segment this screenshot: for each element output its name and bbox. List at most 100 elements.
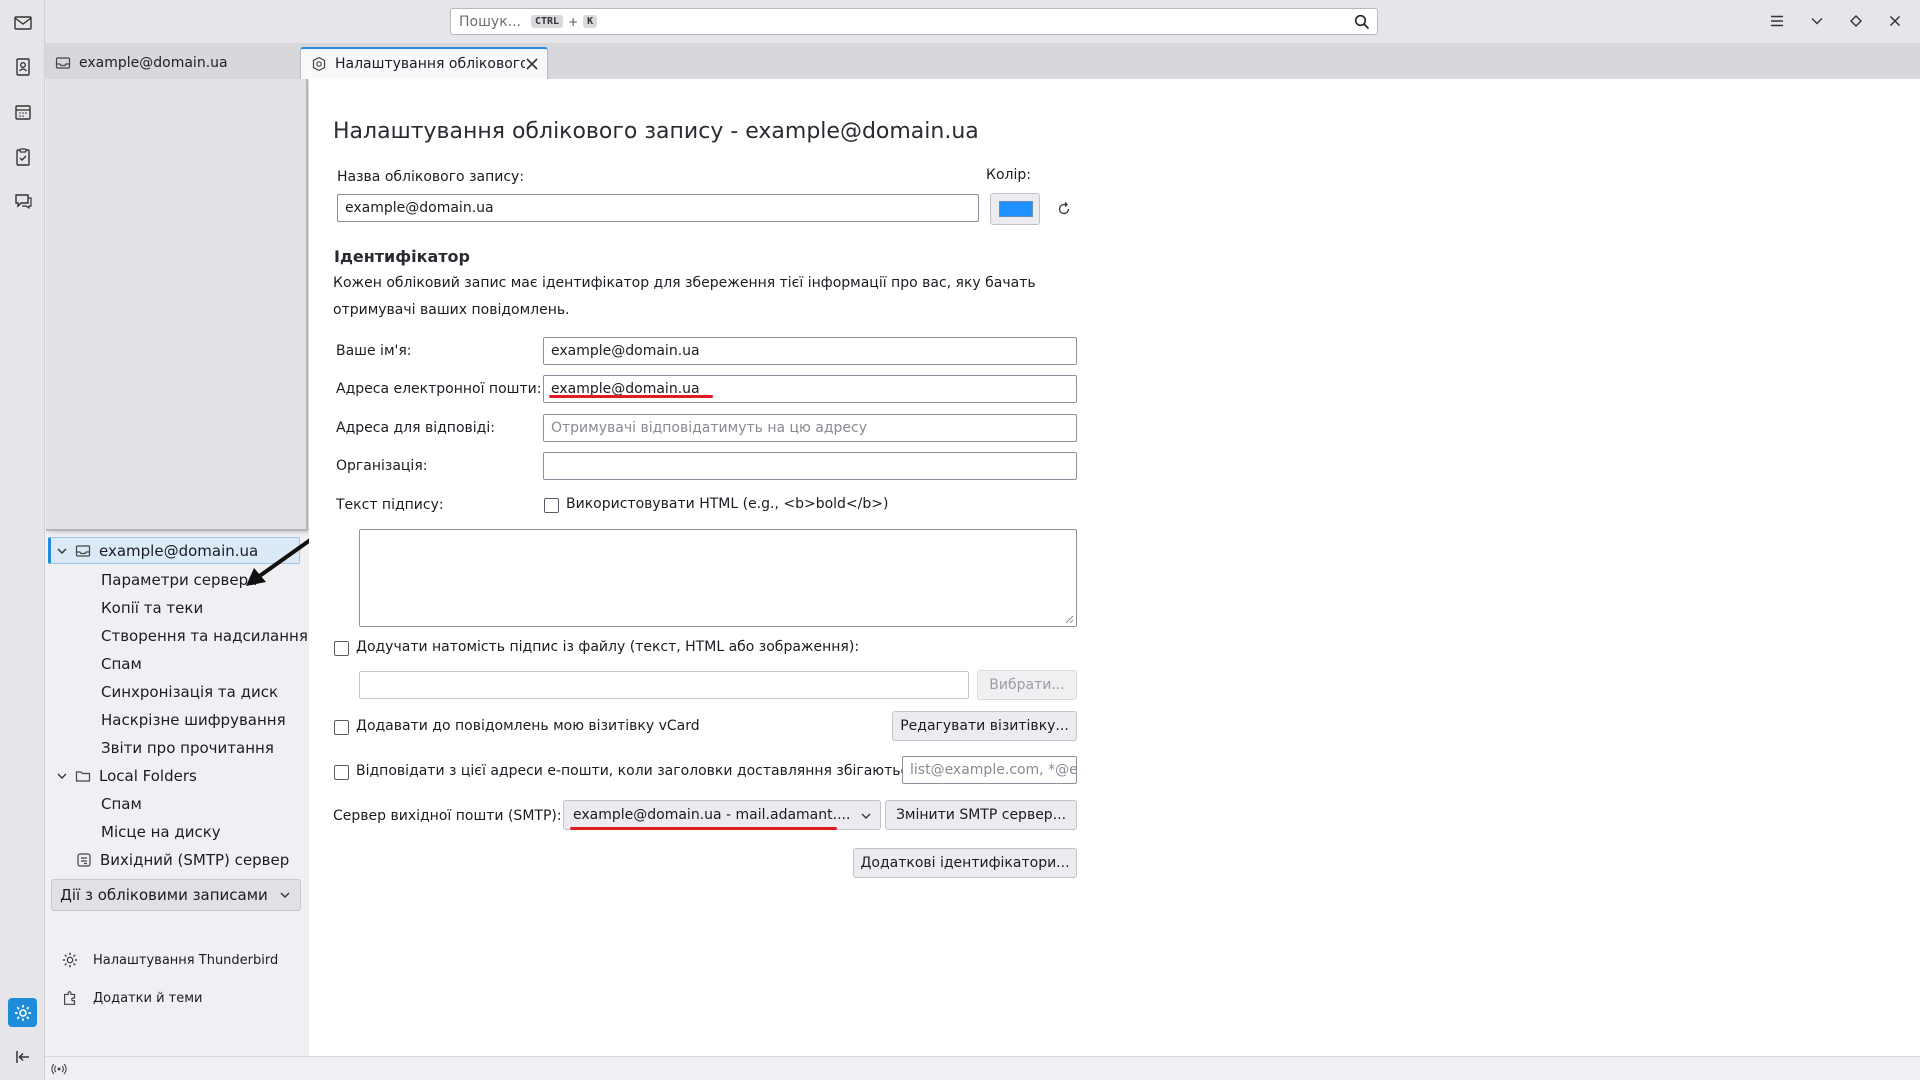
email-red-annotation (549, 395, 713, 398)
shortcut-key-ctrl: CTRL (531, 15, 564, 28)
tree-local-folders-row[interactable]: Local Folders (48, 762, 300, 789)
shortcut-plus: + (568, 14, 579, 29)
tree-item-label: Спам (101, 794, 142, 813)
color-picker-button[interactable] (990, 193, 1040, 225)
signature-textarea[interactable] (359, 529, 1077, 627)
chat-icon[interactable] (8, 186, 37, 215)
tab-bar: example@domain.ua Налаштування обліковог… (45, 43, 1920, 79)
close-tab-icon[interactable] (525, 57, 539, 71)
reply-to-input[interactable]: Отримувачі відповідатимуть на цю адресу (543, 414, 1077, 442)
tree-smtp-row[interactable]: Вихідний (SMTP) сервер (48, 846, 300, 873)
gear-icon (62, 952, 78, 968)
inbox-icon (75, 544, 91, 557)
your-name-label: Ваше ім'я: (336, 343, 412, 359)
inbox-icon (55, 57, 71, 69)
tab-settings-label: Налаштування облікового за (335, 56, 525, 72)
tree-item-local-junk[interactable]: Спам (48, 790, 300, 817)
organization-input[interactable] (543, 452, 1077, 480)
app-menu-icon[interactable] (1765, 10, 1789, 32)
thunderbird-settings-link[interactable]: Налаштування Thunderbird (61, 951, 278, 969)
maximize-icon[interactable] (1844, 10, 1868, 32)
organization-label: Організація: (336, 458, 428, 474)
identity-section-title: Ідентифікатор (334, 247, 470, 266)
reset-color-icon[interactable] (1056, 201, 1072, 217)
change-smtp-button[interactable]: Змінити SMTP сервер... (885, 800, 1077, 830)
smtp-select[interactable]: example@domain.ua - mail.adamant.... (563, 800, 881, 830)
signature-file-path-input[interactable] (359, 671, 969, 699)
chevron-down-icon[interactable] (55, 544, 69, 558)
tree-item-e2e-encryption[interactable]: Наскрізне шифрування (48, 706, 300, 733)
blank-popup-panel (46, 79, 308, 531)
tree-item-sync-storage[interactable]: Синхронізація та диск (48, 678, 300, 705)
tree-item-disk-space[interactable]: Місце на диску (48, 818, 300, 845)
search-placeholder: Пошук... (459, 13, 521, 30)
tree-item-label: Звіти про прочитання (101, 738, 274, 757)
color-label: Колір: (986, 167, 1031, 183)
email-input[interactable]: example@domain.ua (543, 375, 1077, 403)
addons-themes-label: Додатки й теми (93, 990, 203, 1006)
use-html-checkbox[interactable] (544, 498, 559, 513)
your-name-input[interactable]: example@domain.ua (543, 337, 1077, 365)
tab-mail-label: example@domain.ua (79, 55, 228, 71)
reply-from-checkbox[interactable] (334, 765, 349, 780)
account-settings-icon (312, 56, 326, 72)
account-name-label: Назва облікового запису: (337, 169, 525, 185)
collapse-spaces-icon[interactable] (8, 1042, 37, 1071)
shortcut-key-k: K (583, 15, 598, 28)
tree-smtp-label: Вихідний (SMTP) сервер (100, 850, 290, 869)
more-identities-button[interactable]: Додаткові ідентифікатори... (853, 848, 1077, 878)
smtp-red-annotation (570, 827, 837, 830)
tree-item-label: Наскрізне шифрування (101, 710, 286, 729)
outgoing-server-icon (77, 852, 91, 867)
attach-vcard-checkbox[interactable] (334, 720, 349, 735)
edit-vcard-button[interactable]: Редагувати візитівку... (892, 711, 1077, 741)
tree-item-label: Спам (101, 654, 142, 673)
tree-item-label: Місце на диску (101, 822, 221, 841)
attach-signature-file-label: Додучати натомість підпис із файлу (текс… (356, 639, 860, 655)
tree-item-receipts[interactable]: Звіти про прочитання (48, 734, 300, 761)
tab-account-settings[interactable]: Налаштування облікового за (300, 47, 548, 79)
use-html-label: Використовувати HTML (e.g., <b>bold</b>) (566, 496, 889, 512)
reply-to-label: Адреса для відповіді: (336, 420, 495, 436)
tab-mail[interactable]: example@domain.ua (45, 47, 295, 79)
search-input[interactable]: Пошук... CTRL + K (450, 8, 1378, 35)
account-actions-label: Дії з обліковими записами (60, 886, 268, 904)
tree-item-junk[interactable]: Спам (48, 650, 300, 677)
account-settings-page: Налаштування облікового запису - example… (309, 79, 1920, 1056)
email-label: Адреса електронної пошти: (336, 381, 542, 397)
identity-description-line1: Кожен обліковий запис має ідентифікатор … (333, 275, 1036, 291)
addons-themes-link[interactable]: Додатки й теми (61, 989, 202, 1007)
identity-description-line2: отримувачі ваших повідомлень. (333, 302, 570, 318)
title-bar: Пошук... CTRL + K (45, 0, 1920, 43)
account-actions-button[interactable]: Дії з обліковими записами (51, 879, 301, 911)
reply-from-label: Відповідати з цієї адреси е-пошти, коли … (356, 763, 922, 779)
chevron-down-icon[interactable] (55, 769, 69, 783)
puzzle-icon (64, 991, 76, 1005)
color-swatch (999, 201, 1033, 217)
settings-gear-icon[interactable] (8, 998, 37, 1027)
resize-grip-icon[interactable] (1065, 615, 1074, 624)
reply-from-filter-input[interactable]: list@example.com, *@e (902, 756, 1077, 784)
minimize-icon[interactable] (1805, 10, 1829, 32)
calendar-icon[interactable] (8, 97, 37, 126)
tree-item-label: Синхронізація та диск (101, 682, 279, 701)
choose-file-button[interactable]: Вибрати... (977, 670, 1077, 700)
attach-signature-file-checkbox[interactable] (334, 641, 349, 656)
address-book-icon[interactable] (8, 52, 37, 81)
mail-icon[interactable] (8, 8, 37, 37)
smtp-selected-value: example@domain.ua - mail.adamant.... (573, 807, 851, 823)
chevron-down-icon (861, 813, 871, 819)
account-name-input[interactable]: example@domain.ua (337, 194, 979, 222)
tasks-icon[interactable] (8, 142, 37, 171)
smtp-label: Сервер вихідної пошти (SMTP): (333, 808, 562, 824)
online-status-icon[interactable] (51, 1062, 67, 1076)
tree-item-label: Створення та надсилання (101, 626, 308, 645)
tree-item-composition[interactable]: Створення та надсилання (48, 622, 308, 649)
tree-item-label: Копії та теки (101, 598, 204, 617)
tree-item-copies-folders[interactable]: Копії та теки (48, 594, 300, 621)
search-icon[interactable] (1353, 13, 1371, 31)
chevron-down-icon (280, 892, 290, 898)
close-window-icon[interactable] (1883, 10, 1907, 32)
status-bar (45, 1056, 1920, 1080)
tree-item-label: Параметри сервера (101, 570, 258, 589)
